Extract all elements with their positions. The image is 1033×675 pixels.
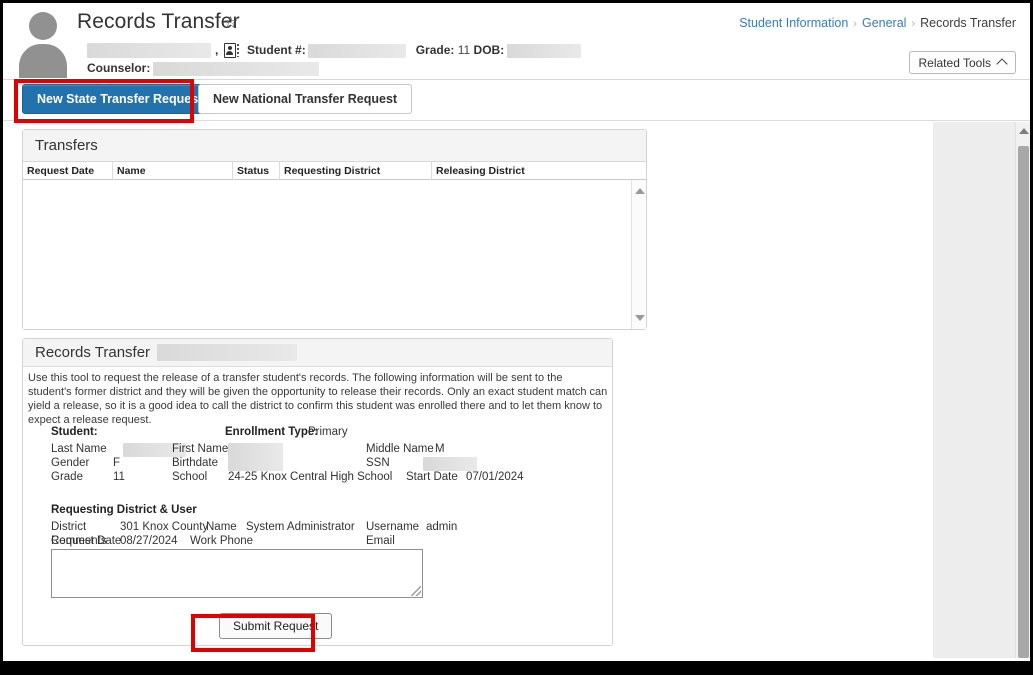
start-date-value: 07/01/2024 bbox=[466, 471, 524, 483]
transfer-request-toolbar: New State Transfer Request New National … bbox=[3, 81, 1030, 121]
scroll-up-icon[interactable] bbox=[635, 188, 645, 194]
counselor-redacted bbox=[153, 61, 320, 76]
district-value: 301 Knox County bbox=[120, 521, 209, 533]
page-scroll-up-icon[interactable] bbox=[1019, 128, 1029, 134]
column-requesting-district[interactable]: Requesting District bbox=[280, 162, 432, 180]
related-tools-label: Related Tools bbox=[918, 55, 992, 70]
counselor-line: Counselor: bbox=[87, 61, 320, 76]
requesting-district-heading: Requesting District & User bbox=[51, 504, 197, 516]
breadcrumb-current: Records Transfer bbox=[920, 16, 1016, 30]
request-date-value: 08/27/2024 bbox=[120, 535, 178, 547]
birthdate-value-redacted bbox=[228, 457, 283, 471]
ssn-label: SSN bbox=[366, 457, 390, 469]
column-releasing-district[interactable]: Releasing District bbox=[432, 162, 646, 180]
middle-name-value: M bbox=[435, 443, 445, 455]
requester-name-value: System Administrator bbox=[246, 521, 355, 533]
username-label: Username bbox=[366, 521, 420, 533]
page-title: Records Transfer bbox=[77, 10, 240, 33]
dob-redacted bbox=[507, 43, 582, 58]
student-section-heading: Student: bbox=[51, 426, 98, 438]
records-transfer-panel-title: Records Transfer bbox=[23, 339, 612, 367]
student-number-redacted bbox=[307, 43, 406, 58]
star-icon[interactable]: ☆ bbox=[223, 14, 238, 31]
grade-label: Grade: bbox=[415, 43, 455, 57]
transfers-scrollbar[interactable] bbox=[631, 180, 646, 329]
avatar-body bbox=[19, 44, 67, 78]
ssn-value-redacted bbox=[423, 457, 477, 471]
records-transfer-title-text: Records Transfer bbox=[35, 344, 151, 361]
username-value: admin bbox=[426, 521, 458, 533]
related-tools-button[interactable]: Related Tools bbox=[908, 51, 1016, 74]
application-window: Records Transfer ☆ , Student #: Grade: 11… bbox=[3, 3, 1030, 661]
id-card-binding bbox=[236, 44, 239, 58]
gender-label: Gender bbox=[51, 457, 90, 469]
comments-input[interactable] bbox=[51, 549, 423, 598]
records-transfer-panel: Records Transfer Use this tool to reques… bbox=[22, 338, 613, 646]
work-phone-label: Work Phone bbox=[190, 535, 254, 547]
content-column: Transfers Request Date Name Status Reque… bbox=[3, 122, 933, 658]
dob-label: DOB: bbox=[473, 43, 505, 57]
page-header: Records Transfer ☆ , Student #: Grade: 11… bbox=[3, 3, 1030, 80]
enrollment-type-value: Primary bbox=[308, 426, 348, 438]
district-label: District bbox=[51, 521, 87, 533]
breadcrumb-student-information[interactable]: Student Information bbox=[739, 16, 848, 30]
enrollment-type-label: Enrollment Type: bbox=[225, 426, 319, 438]
breadcrumb: Student Information › General › Records Tran… bbox=[739, 16, 1016, 30]
new-state-transfer-request-button[interactable]: New State Transfer Request bbox=[22, 84, 218, 114]
column-name[interactable]: Name bbox=[113, 162, 233, 180]
counselor-label: Counselor: bbox=[87, 61, 151, 75]
breadcrumb-separator-icon-2: › bbox=[911, 18, 916, 30]
column-status[interactable]: Status bbox=[233, 162, 280, 180]
breadcrumb-general[interactable]: General bbox=[862, 16, 906, 30]
transfers-panel: Transfers Request Date Name Status Reque… bbox=[22, 129, 647, 330]
transfers-panel-title: Transfers bbox=[23, 130, 646, 162]
student-avatar-icon bbox=[15, 9, 71, 78]
column-request-date[interactable]: Request Date bbox=[23, 162, 113, 180]
email-label: Email bbox=[366, 535, 395, 547]
birthdate-label: Birthdate bbox=[172, 457, 219, 469]
student-number-label: Student #: bbox=[247, 43, 306, 57]
first-name-value-redacted bbox=[228, 443, 283, 457]
submit-request-button[interactable]: Submit Request bbox=[219, 613, 333, 639]
page-scroll-thumb[interactable] bbox=[1018, 146, 1029, 658]
page-scrollbar[interactable] bbox=[1015, 122, 1030, 658]
scroll-down-icon[interactable] bbox=[635, 315, 645, 321]
chevron-up-icon bbox=[996, 58, 1008, 70]
id-card-icon[interactable] bbox=[223, 43, 240, 59]
gender-value: F bbox=[113, 457, 121, 469]
breadcrumb-separator-icon: › bbox=[853, 18, 857, 30]
transfers-table-header: Request Date Name Status Requesting Dist… bbox=[23, 162, 646, 180]
middle-name-label: Middle Name bbox=[366, 443, 434, 455]
main-content: Transfers Request Date Name Status Reque… bbox=[3, 122, 1030, 658]
new-national-transfer-request-button[interactable]: New National Transfer Request bbox=[198, 84, 413, 114]
transfers-table-body bbox=[23, 180, 646, 329]
grade-value-detail: 11 bbox=[113, 471, 125, 483]
student-name-redacted bbox=[87, 43, 211, 59]
last-name-label: Last Name bbox=[51, 443, 107, 455]
grade-value: 11 bbox=[457, 43, 471, 57]
requester-name-label: Name bbox=[206, 521, 237, 533]
comments-label: Comments bbox=[51, 535, 107, 547]
first-name-label: First Name bbox=[172, 443, 229, 455]
id-card-torso bbox=[226, 51, 234, 56]
records-transfer-description: Use this tool to request the release of … bbox=[28, 372, 608, 426]
school-label: School bbox=[172, 471, 208, 483]
screen-root: Records Transfer ☆ , Student #: Grade: 11… bbox=[0, 0, 1033, 675]
grade-label-detail: Grade bbox=[51, 471, 83, 483]
records-transfer-title-redacted bbox=[157, 344, 298, 361]
avatar-head bbox=[29, 12, 57, 40]
student-summary-line: , Student #: Grade: 11 DOB: bbox=[87, 43, 582, 59]
school-value: 24-25 Knox Central High School bbox=[228, 471, 393, 483]
start-date-label: Start Date bbox=[406, 471, 458, 483]
